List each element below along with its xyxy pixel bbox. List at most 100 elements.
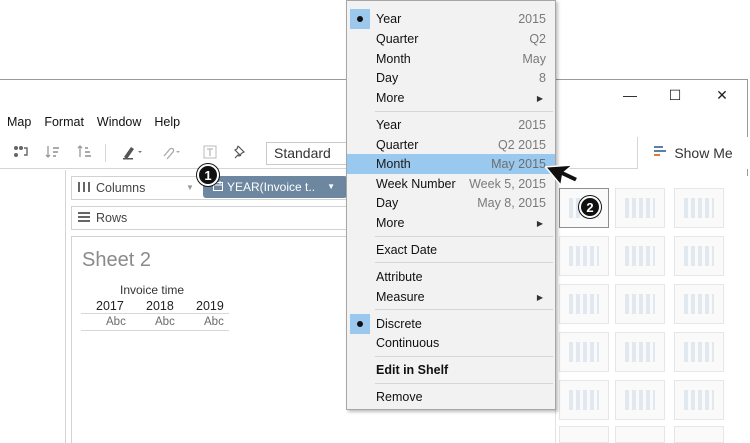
menu-format[interactable]: Format xyxy=(37,115,90,129)
table-cell[interactable]: Abc xyxy=(204,316,224,328)
menu-item-exact-date[interactable]: Exact Date xyxy=(347,240,555,260)
columns-label: Columns xyxy=(96,181,146,195)
menu-item-label: Day xyxy=(376,71,399,85)
chart-type-circle-view[interactable] xyxy=(615,332,665,372)
side-by-side-circles-icon xyxy=(684,342,714,362)
chart-type-horizontal-bars[interactable] xyxy=(559,284,609,324)
side-by-side-bars-icon xyxy=(684,294,714,314)
header-divider xyxy=(81,313,229,314)
menu-item-year-value[interactable]: Year 2015 xyxy=(347,115,555,135)
toolbar-divider xyxy=(105,144,106,162)
menu-item-attribute[interactable]: Attribute xyxy=(347,267,555,287)
menu-help[interactable]: Help xyxy=(147,115,186,129)
chart-type-side-by-side-circles[interactable] xyxy=(674,332,724,372)
horizontal-bars-icon xyxy=(569,294,599,314)
chart-type-pie[interactable] xyxy=(674,236,724,276)
menu-item-label: Exact Date xyxy=(376,243,438,257)
menu-item-quarter-value[interactable]: Quarter Q2 2015 xyxy=(347,135,555,155)
columns-shelf-label: Columns xyxy=(78,181,145,195)
fit-dropdown[interactable]: Standard xyxy=(266,142,352,165)
maximize-button[interactable]: ☐ xyxy=(665,86,685,104)
chart-type-dual-combination[interactable] xyxy=(674,426,724,443)
attach-icon[interactable] xyxy=(158,143,184,161)
treemap-icon xyxy=(569,342,599,362)
menu-item-continuous[interactable]: Continuous xyxy=(347,333,555,353)
year-header-2018[interactable]: 2018 xyxy=(146,299,174,313)
show-me-button[interactable]: Show Me xyxy=(637,137,749,169)
menu-item-day-part[interactable]: Day 8 xyxy=(347,68,555,88)
pin-icon[interactable] xyxy=(232,143,248,161)
line-chart-icon xyxy=(569,390,599,410)
chart-type-symbol-map[interactable] xyxy=(559,236,609,276)
menu-item-discrete[interactable]: Discrete xyxy=(347,314,555,334)
menu-item-label: Measure xyxy=(376,290,425,304)
chart-type-heat-map[interactable] xyxy=(615,188,665,228)
chart-type-treemap[interactable] xyxy=(559,332,609,372)
menu-item-day-value[interactable]: Day May 8, 2015 xyxy=(347,193,555,213)
line-chart-icon xyxy=(625,390,655,410)
submenu-arrow-icon: ▶ xyxy=(536,218,543,228)
chart-type-dual-lines[interactable] xyxy=(674,380,724,420)
chart-type-filled-map[interactable] xyxy=(615,236,665,276)
menu-item-more-values[interactable]: More ▶ xyxy=(347,213,555,233)
menu-item-year-part[interactable]: Year 2015 xyxy=(347,9,555,29)
menu-item-label: More xyxy=(376,91,405,105)
close-button[interactable]: ✕ xyxy=(712,86,732,104)
menu-separator xyxy=(375,111,553,112)
pill-caret-icon[interactable]: ▼ xyxy=(327,182,335,191)
filled-map-icon xyxy=(625,246,655,266)
columns-shelf-caret-icon: ▼ xyxy=(186,183,194,192)
chart-type-side-by-side-bars[interactable] xyxy=(674,284,724,324)
year-invoice-time-pill[interactable]: YEAR(Invoice t.. ▼ xyxy=(203,176,347,198)
table-cell[interactable]: Abc xyxy=(155,316,175,328)
table-cell[interactable]: Abc xyxy=(106,316,126,328)
menu-item-value: Week 5, 2015 xyxy=(469,177,546,191)
close-icon: ✕ xyxy=(716,86,728,103)
chart-type-area-continuous[interactable] xyxy=(559,426,609,443)
menu-item-measure[interactable]: Measure ▶ xyxy=(347,287,555,307)
year-header-2019[interactable]: 2019 xyxy=(196,299,224,313)
menu-separator xyxy=(375,383,553,384)
menu-separator xyxy=(375,236,553,237)
menu-item-quarter-part[interactable]: Quarter Q2 xyxy=(347,29,555,49)
year-header-2017[interactable]: 2017 xyxy=(96,299,124,313)
menu-item-label: More xyxy=(376,216,405,230)
menu-item-label: Edit in Shelf xyxy=(376,363,449,377)
text-label-icon[interactable] xyxy=(202,143,218,161)
columns-icon xyxy=(78,181,90,195)
menu-item-label: Quarter xyxy=(376,32,419,46)
menu-item-month-value[interactable]: Month May 2015 xyxy=(347,154,555,174)
menu-item-edit-in-shelf[interactable]: Edit in Shelf xyxy=(347,360,555,380)
sheet-title[interactable]: Sheet 2 xyxy=(82,249,151,272)
heat-map-icon xyxy=(625,198,655,218)
rows-shelf[interactable]: Rows xyxy=(71,206,347,230)
chart-type-lines-discrete[interactable] xyxy=(615,380,665,420)
menu-window[interactable]: Window xyxy=(90,115,147,129)
maximize-icon: ☐ xyxy=(668,86,682,103)
chart-type-area-discrete[interactable] xyxy=(615,426,665,443)
menu-item-value: Q2 2015 xyxy=(498,138,546,152)
menu-item-month-part[interactable]: Month May xyxy=(347,49,555,69)
menu-item-label: Year xyxy=(376,118,402,132)
sort-ascending-icon[interactable] xyxy=(44,143,62,161)
menu-item-label: Quarter xyxy=(376,138,419,152)
menu-item-label: Month xyxy=(376,157,411,171)
chart-type-lines-continuous[interactable] xyxy=(559,380,609,420)
menu-item-label: Remove xyxy=(376,390,423,404)
menu-map[interactable]: Map xyxy=(0,115,37,129)
menu-item-more-parts[interactable]: More ▶ xyxy=(347,88,555,108)
menu-item-label: Month xyxy=(376,52,411,66)
menu-item-label: Attribute xyxy=(376,270,423,284)
highlight-icon[interactable] xyxy=(120,143,146,161)
menu-item-remove[interactable]: Remove xyxy=(347,387,555,407)
submenu-arrow-icon: ▶ xyxy=(536,292,543,302)
minimize-button[interactable]: — xyxy=(620,86,640,104)
swap-icon[interactable] xyxy=(12,143,30,161)
menu-item-value: 2015 xyxy=(518,12,546,26)
menu-item-label: Discrete xyxy=(376,317,422,331)
chart-type-stacked-bars[interactable] xyxy=(615,284,665,324)
menu-item-week-number[interactable]: Week Number Week 5, 2015 xyxy=(347,174,555,194)
menu-item-value: May 8, 2015 xyxy=(477,196,546,210)
chart-type-highlight-table[interactable] xyxy=(674,188,724,228)
sort-descending-icon[interactable] xyxy=(76,143,94,161)
